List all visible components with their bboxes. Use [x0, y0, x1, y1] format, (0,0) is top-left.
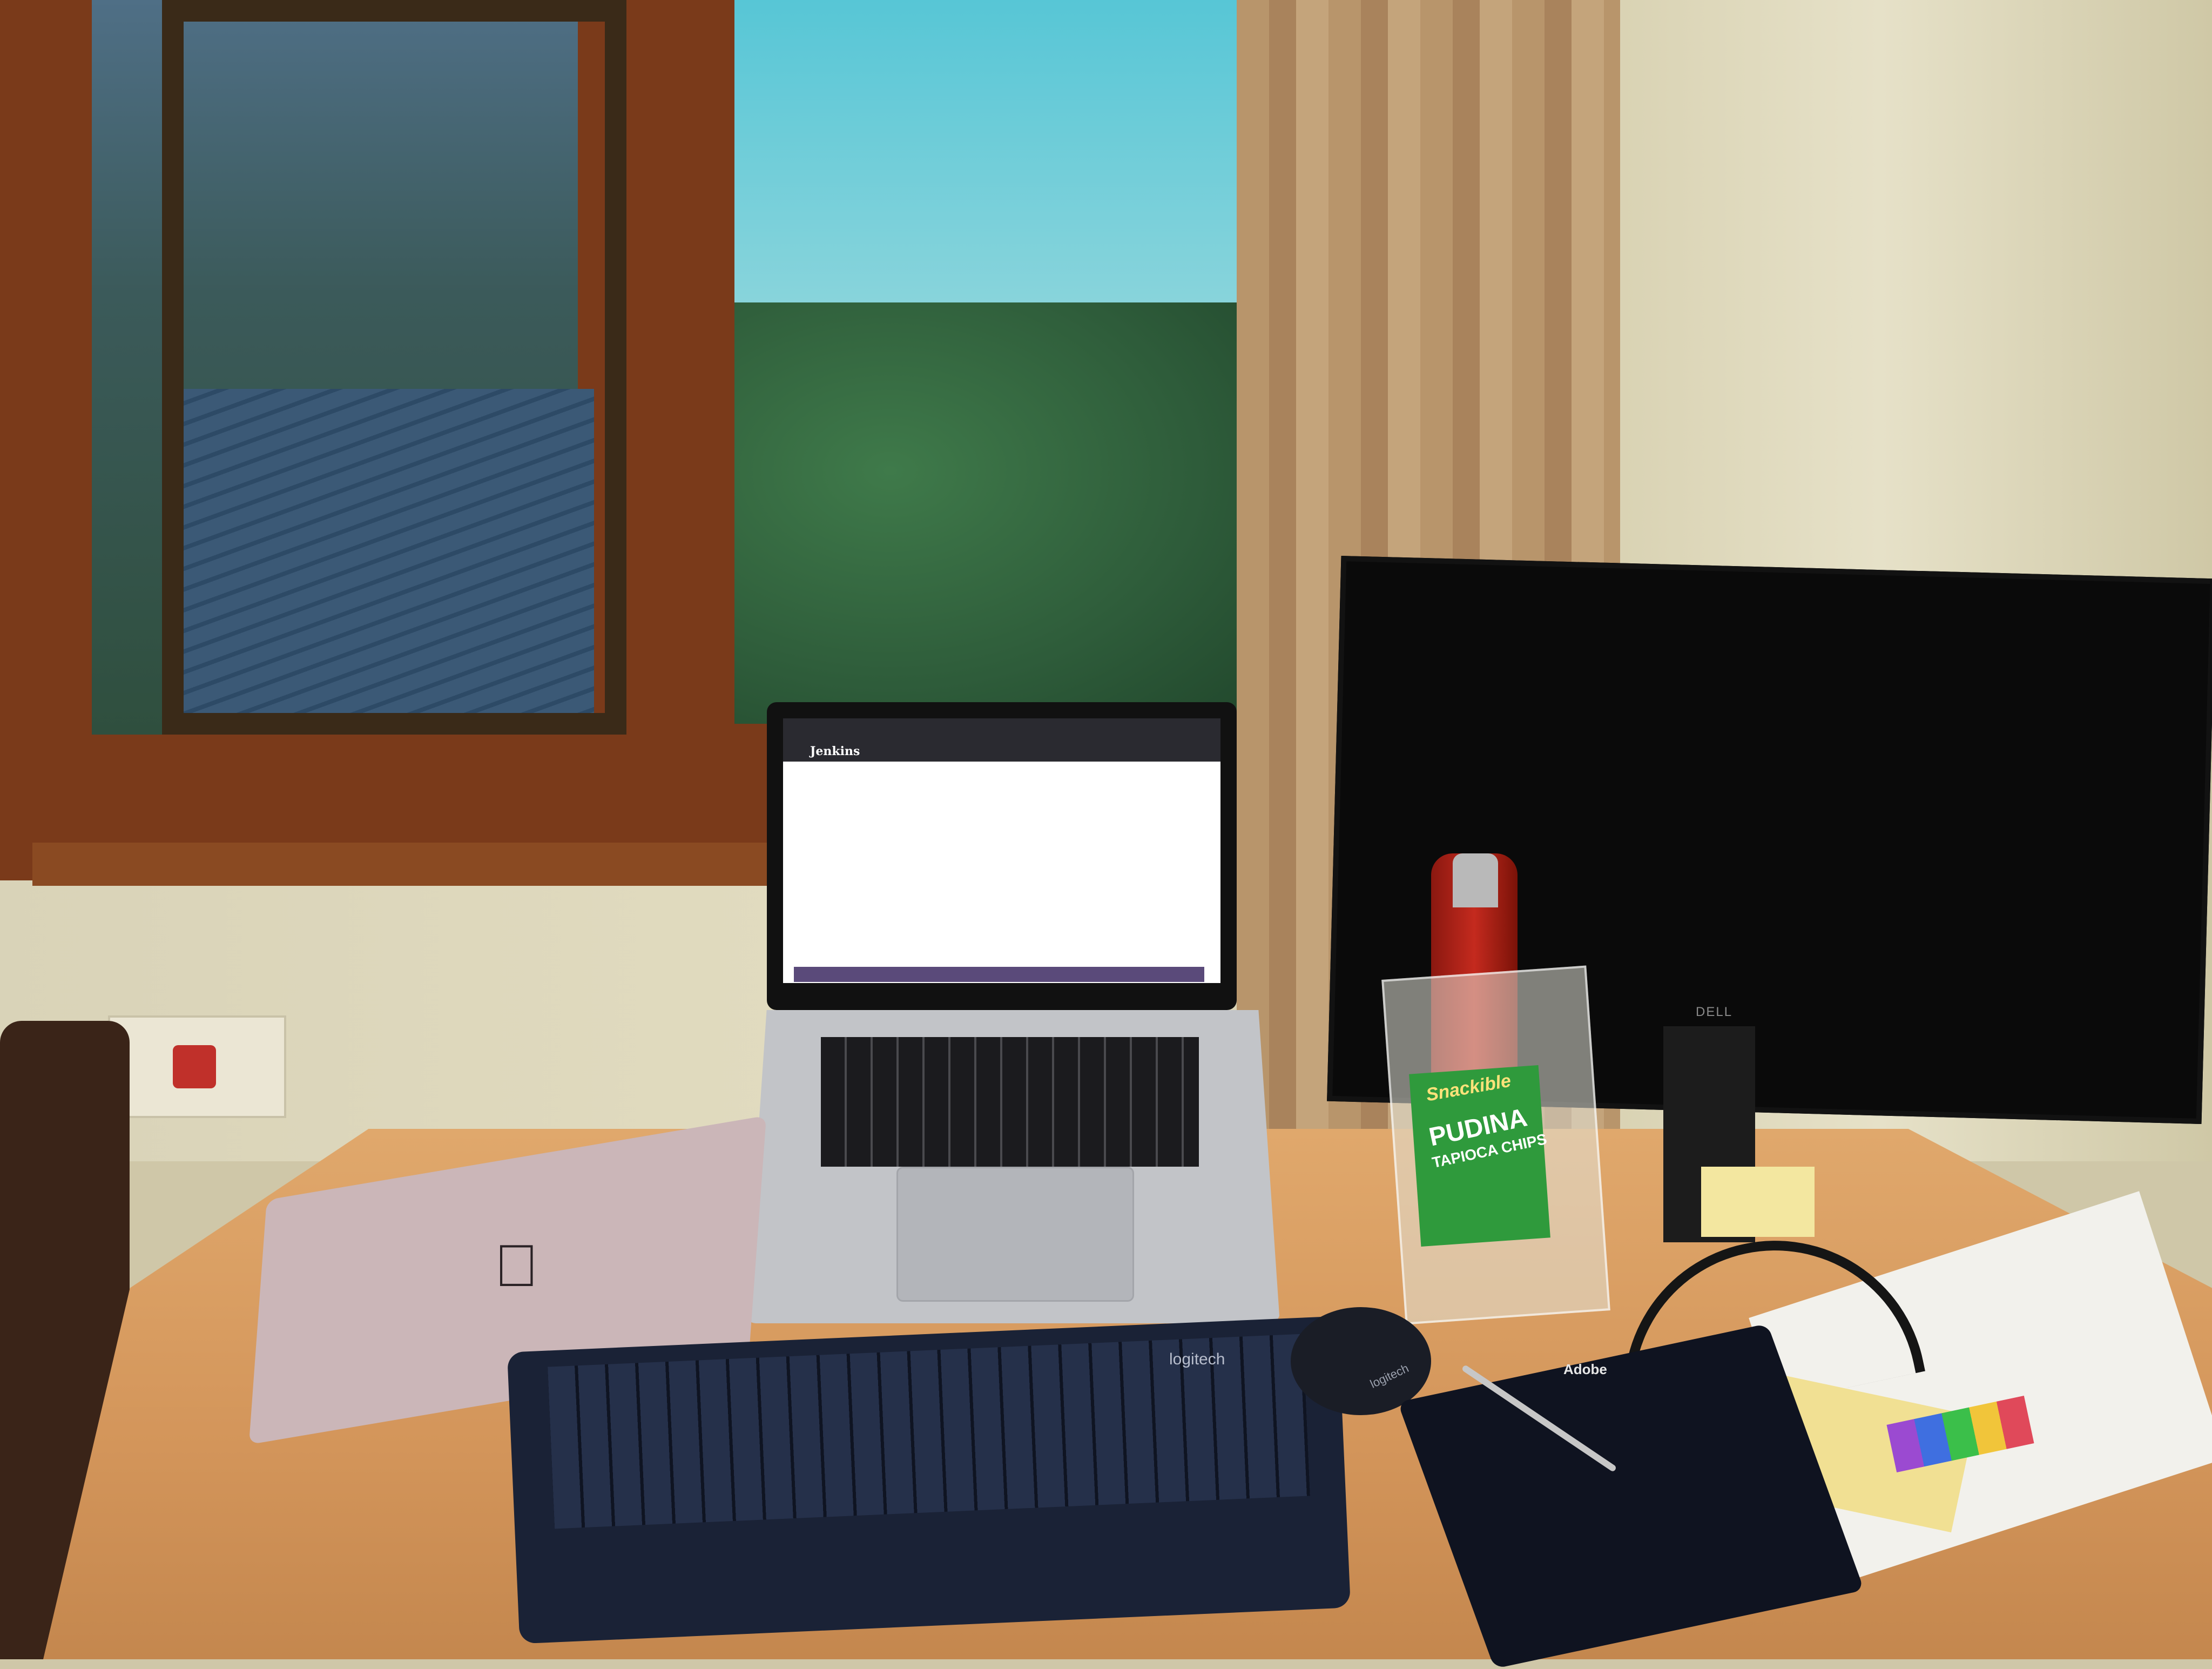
- window-sash: [162, 0, 626, 735]
- window-sill: [32, 843, 767, 886]
- laptop-dock: [794, 967, 1204, 982]
- notebook-brand: Adobe: [1563, 1361, 1607, 1377]
- forest-view: [734, 302, 1253, 724]
- monitor-brand-logo: DELL: [1696, 1005, 1733, 1019]
- keyboard-brand: logitech: [1169, 1350, 1225, 1368]
- browser-page-title: Jenkins: [810, 744, 860, 758]
- laptop-trackpad: [896, 1167, 1134, 1302]
- red-plug: [173, 1045, 216, 1088]
- apple-logo-icon: : [494, 1231, 539, 1300]
- bottle-cap: [1453, 853, 1498, 907]
- sky: [734, 0, 1253, 346]
- sticky-note-yellow: [1701, 1167, 1815, 1237]
- laptop-keyboard: [821, 1037, 1199, 1167]
